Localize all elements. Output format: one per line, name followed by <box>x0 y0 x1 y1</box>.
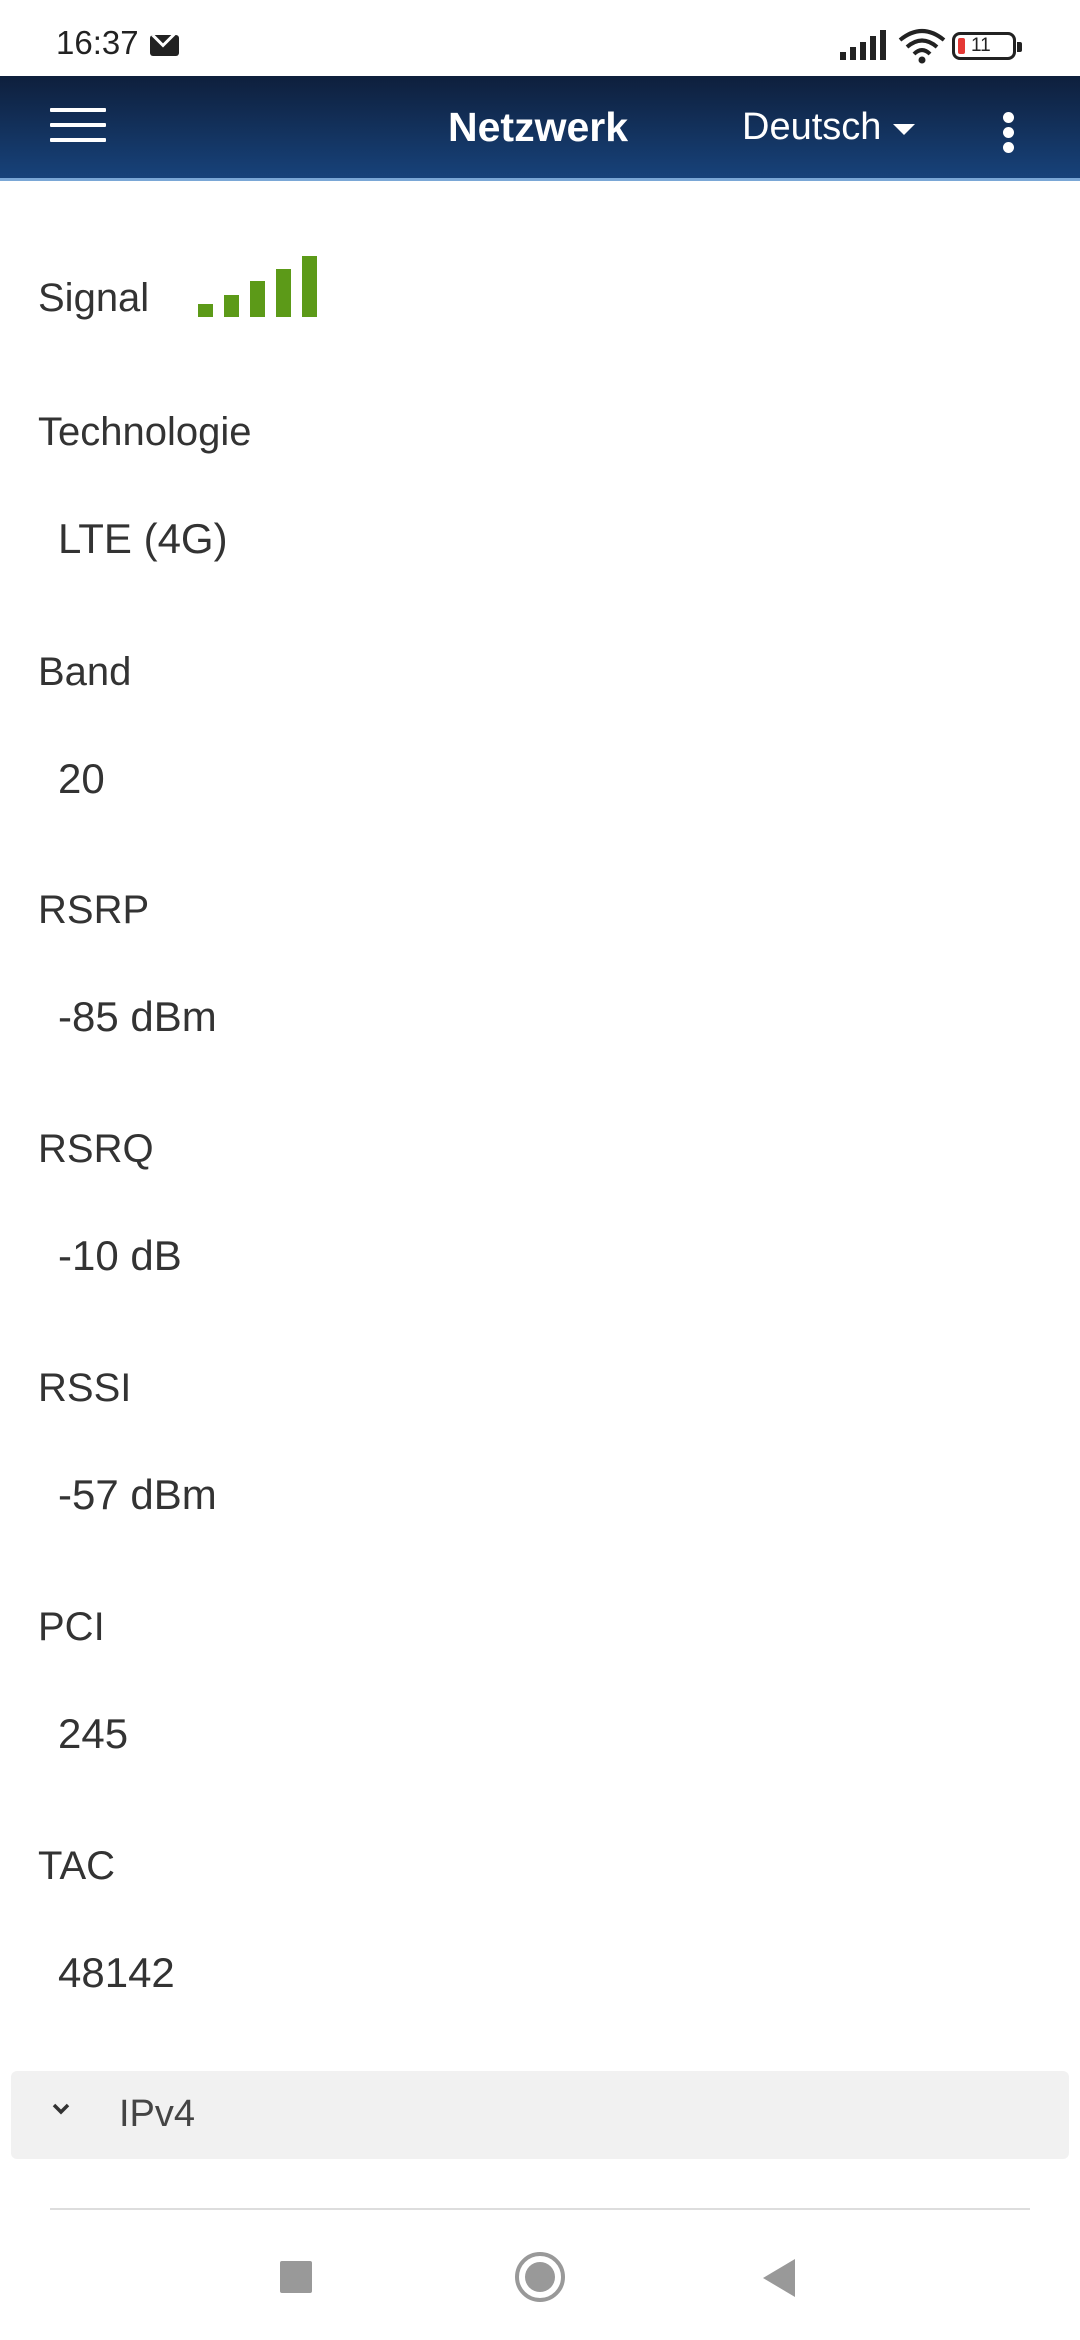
wifi-icon <box>898 29 946 64</box>
technology-value: LTE (4G) <box>58 515 228 562</box>
technology-label: Technologie <box>38 410 252 454</box>
rssi-label: RSSI <box>38 1366 132 1410</box>
signal-strength-icon <box>198 255 320 317</box>
band-label: Band <box>38 650 132 694</box>
tac-value: 48142 <box>58 1949 175 1996</box>
tac-label: TAC <box>38 1844 116 1888</box>
rssi-value: -57 dBm <box>58 1471 217 1518</box>
back-icon[interactable] <box>763 2259 795 2297</box>
recents-icon[interactable] <box>280 2261 312 2293</box>
divider <box>50 2208 1030 2210</box>
band-value: 20 <box>58 755 105 802</box>
ipv4-section-header[interactable]: IPv4 <box>11 2071 1069 2159</box>
pci-label: PCI <box>38 1605 105 1649</box>
rsrq-label: RSRQ <box>38 1127 154 1171</box>
signal-icon <box>840 30 886 60</box>
rsrp-label: RSRP <box>38 888 150 932</box>
page-title: Netzwerk <box>448 104 629 150</box>
chevron-down-icon <box>52 2103 70 2115</box>
home-icon[interactable] <box>515 2252 565 2302</box>
battery-level: 11 <box>971 35 991 56</box>
status-bar: 16:37 11 <box>0 0 1080 76</box>
status-time: 16:37 <box>56 24 139 61</box>
caret-down-icon[interactable] <box>893 124 915 135</box>
app-bar: Netzwerk Deutsch <box>0 76 1080 181</box>
signal-label: Signal <box>38 276 150 320</box>
ipv4-section-label: IPv4 <box>119 2093 196 2135</box>
more-vert-icon[interactable] <box>1001 112 1015 154</box>
battery-icon: 11 <box>952 32 1022 60</box>
system-nav-bar <box>0 2212 1080 2340</box>
rsrp-value: -85 dBm <box>58 993 217 1040</box>
language-select[interactable]: Deutsch <box>742 106 881 149</box>
mail-icon <box>150 35 179 56</box>
pci-value: 245 <box>58 1710 129 1757</box>
status-icons: 11 <box>840 24 1040 64</box>
rsrq-value: -10 dB <box>58 1232 182 1279</box>
menu-icon[interactable] <box>50 108 106 146</box>
